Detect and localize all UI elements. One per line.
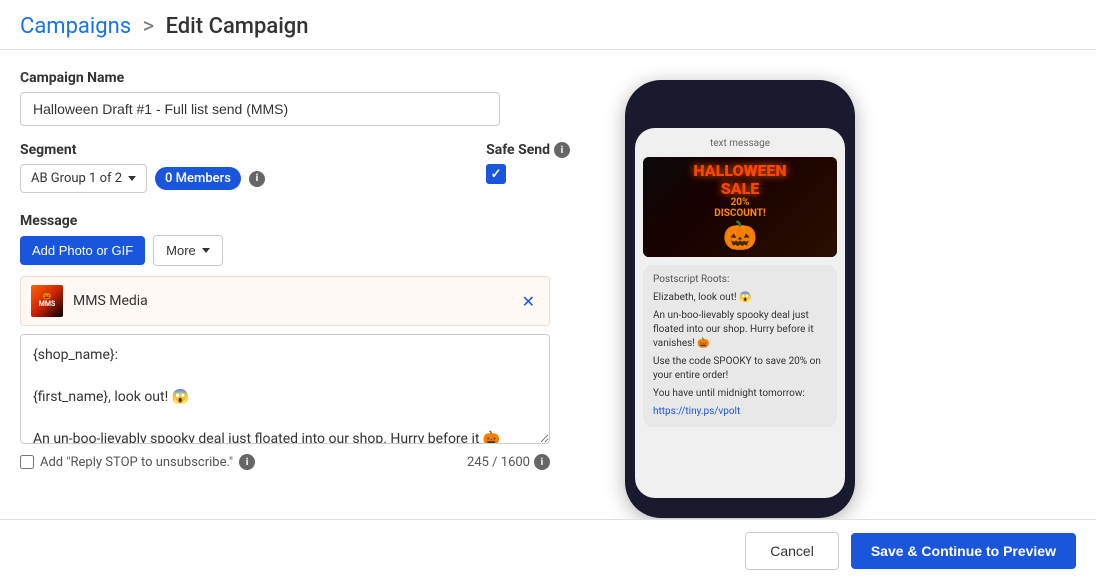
pumpkin-icon: 🎃 bbox=[693, 219, 786, 252]
halloween-preview-image: HALLOWEENSALE 20%DISCOUNT! 🎃 bbox=[643, 157, 837, 257]
message-line-2: An un-boo-lievably spooky deal just floa… bbox=[653, 309, 827, 351]
message-bubble: Postscript Roots: Elizabeth, look out! 😱… bbox=[643, 265, 837, 427]
phone-status-bar: text message bbox=[643, 136, 837, 151]
message-line-1: Elizabeth, look out! 😱 bbox=[653, 291, 827, 305]
mms-media-label: MMS Media bbox=[73, 293, 518, 309]
cancel-button[interactable]: Cancel bbox=[745, 532, 839, 570]
message-line-4: You have until midnight tomorrow: bbox=[653, 387, 827, 401]
halloween-title: HALLOWEENSALE bbox=[693, 162, 786, 197]
safe-send-checkbox[interactable] bbox=[486, 164, 506, 184]
safe-send-label: Safe Send bbox=[486, 142, 550, 158]
campaign-name-label: Campaign Name bbox=[20, 70, 570, 86]
mms-media-row: 🎃MMS MMS Media ✕ bbox=[20, 276, 550, 326]
phone-mockup: text message HALLOWEENSALE 20%DISCOUNT! … bbox=[625, 80, 855, 518]
reply-stop-label-text: Add "Reply STOP to unsubscribe." bbox=[40, 455, 233, 470]
info-icon: i bbox=[249, 171, 265, 187]
reply-stop-row: Add "Reply STOP to unsubscribe." i bbox=[20, 454, 255, 470]
char-count-info-icon: i bbox=[534, 454, 550, 470]
breadcrumb-current: Edit Campaign bbox=[166, 14, 309, 39]
members-badge: 0 Members bbox=[155, 167, 241, 190]
preview-link[interactable]: https://tiny.ps/vpolt bbox=[653, 406, 740, 417]
add-photo-gif-button[interactable]: Add Photo or GIF bbox=[20, 236, 145, 265]
more-chevron-icon bbox=[202, 248, 210, 253]
segment-dropdown-value: AB Group 1 of 2 bbox=[31, 171, 122, 186]
message-link[interactable]: https://tiny.ps/vpolt bbox=[653, 405, 827, 419]
halloween-sub: 20%DISCOUNT! bbox=[693, 197, 786, 219]
campaign-name-input[interactable] bbox=[20, 92, 500, 126]
message-textarea[interactable]: {shop_name}: {first_name}, look out! 😱 A… bbox=[20, 334, 550, 444]
phone-screen: text message HALLOWEENSALE 20%DISCOUNT! … bbox=[635, 128, 845, 498]
bottom-bar: Cancel Save & Continue to Preview bbox=[0, 519, 1096, 582]
message-sender: Postscript Roots: bbox=[653, 273, 827, 287]
mms-remove-button[interactable]: ✕ bbox=[518, 292, 539, 311]
message-line-3: Use the code SPOOKY to save 20% on your … bbox=[653, 355, 827, 383]
char-count-text: 245 / 1600 bbox=[467, 455, 530, 470]
reply-stop-checkbox[interactable] bbox=[20, 455, 34, 469]
message-label: Message bbox=[20, 213, 570, 229]
breadcrumb-separator: > bbox=[143, 14, 155, 39]
reply-stop-info-icon: i bbox=[239, 454, 255, 470]
save-continue-button[interactable]: Save & Continue to Preview bbox=[851, 533, 1076, 569]
mms-thumbnail: 🎃MMS bbox=[31, 285, 63, 317]
phone-notch bbox=[705, 100, 775, 118]
breadcrumb-campaigns-link[interactable]: Campaigns bbox=[20, 14, 131, 39]
chevron-down-icon bbox=[128, 176, 136, 181]
more-button[interactable]: More bbox=[153, 235, 223, 266]
safe-send-info-icon: i bbox=[554, 142, 570, 158]
segment-label: Segment bbox=[20, 142, 446, 158]
segment-dropdown[interactable]: AB Group 1 of 2 bbox=[20, 164, 147, 193]
breadcrumb: Campaigns > Edit Campaign bbox=[20, 14, 1076, 39]
